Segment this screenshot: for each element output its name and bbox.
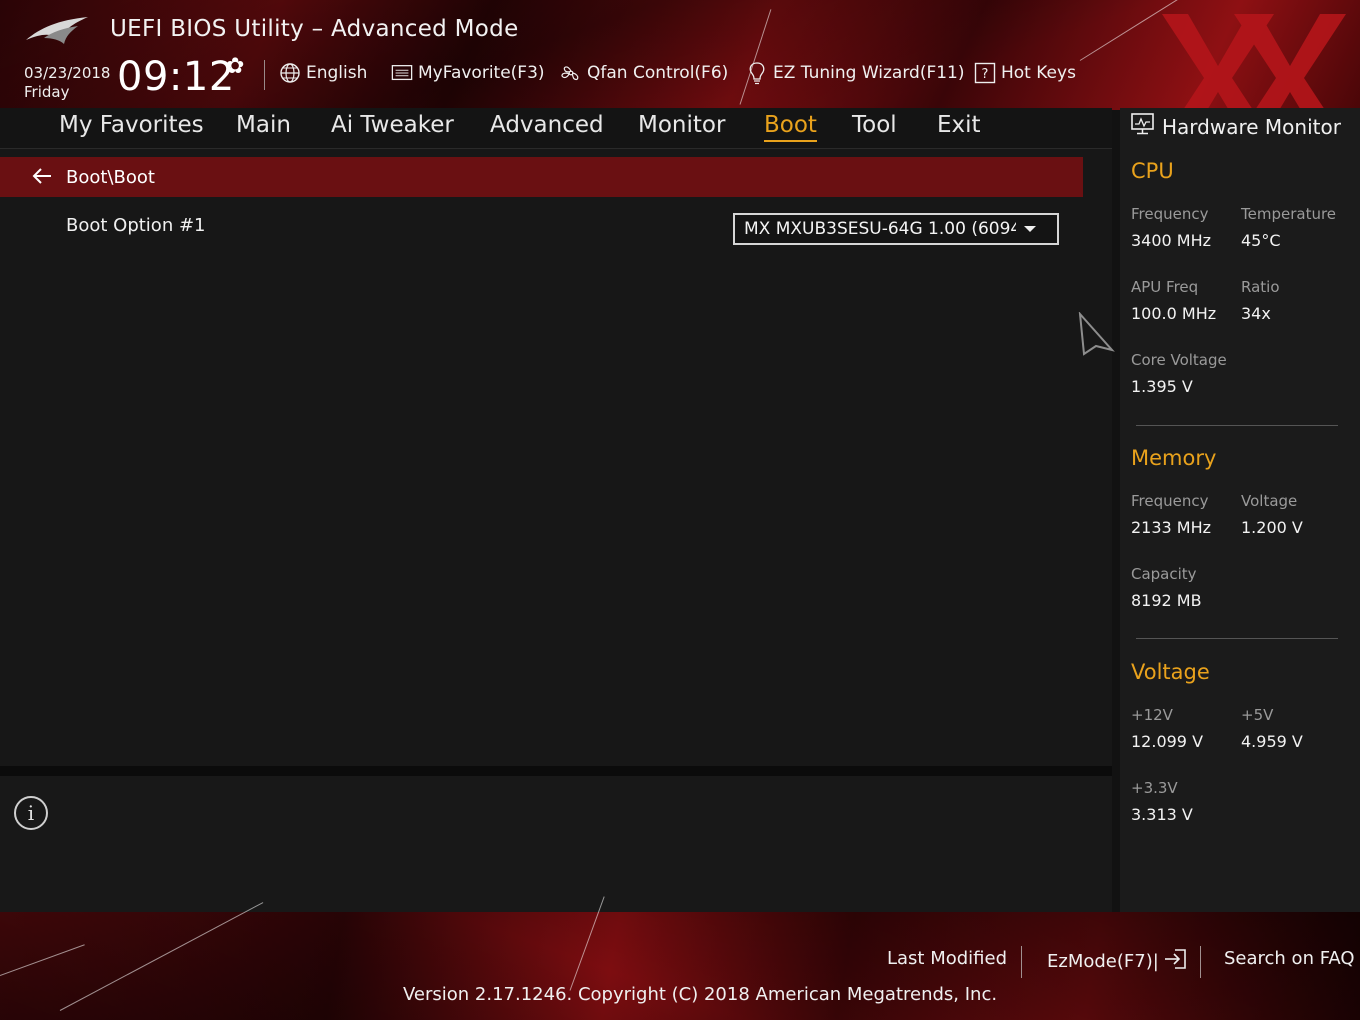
- hardware-monitor-panel: Hardware Monitor CPU Frequency Temperatu…: [1120, 108, 1360, 912]
- globe-icon: [279, 62, 301, 84]
- tab-my-favorites[interactable]: My Favorites: [59, 112, 204, 140]
- tab-main[interactable]: Main: [236, 112, 291, 140]
- qfan-control-label: Qfan Control(F6): [587, 63, 729, 83]
- hardware-monitor-header[interactable]: Hardware Monitor: [1130, 112, 1341, 141]
- date-text: 03/23/2018: [24, 64, 111, 82]
- core-voltage-label: Core Voltage: [1131, 351, 1227, 369]
- v12-label: +12V: [1131, 706, 1173, 724]
- cpu-frequency-label: Frequency: [1131, 205, 1209, 223]
- svg-text:?: ?: [982, 67, 989, 82]
- mouse-cursor-icon: [1078, 312, 1115, 356]
- myfavorite-label: MyFavorite(F3): [418, 63, 545, 83]
- section-divider: [1136, 638, 1338, 639]
- memory-frequency-label: Frequency: [1131, 492, 1209, 510]
- v33-label: +3.3V: [1131, 779, 1178, 797]
- boot-option-1-label: Boot Option #1: [66, 215, 206, 236]
- memory-frequency-value: 2133 MHz: [1131, 518, 1212, 537]
- help-info-panel: i: [0, 776, 1112, 912]
- app-title: UEFI BIOS Utility – Advanced Mode: [110, 16, 519, 42]
- memory-capacity-value: 8192 MB: [1131, 591, 1202, 610]
- qfan-control-button[interactable]: Qfan Control(F6): [560, 62, 728, 84]
- language-label: English: [306, 63, 368, 83]
- header-divider: [264, 60, 265, 90]
- last-modified-button[interactable]: Last Modified: [887, 948, 1007, 969]
- v5-label: +5V: [1241, 706, 1274, 724]
- boot-option-1-select[interactable]: MX MXUB3SESU-64G 1.00 (6094: [733, 213, 1059, 245]
- panel-divider: [0, 766, 1112, 776]
- tab-tool[interactable]: Tool: [852, 112, 897, 140]
- clock-display[interactable]: 09:12: [117, 54, 235, 100]
- hardware-monitor-title: Hardware Monitor: [1162, 114, 1341, 139]
- tab-advanced[interactable]: Advanced: [490, 112, 604, 140]
- apu-freq-value: 100.0 MHz: [1131, 304, 1217, 323]
- question-box-icon: ?: [974, 62, 996, 84]
- footer-divider: [1021, 946, 1022, 978]
- cpu-temperature-value: 45°C: [1241, 231, 1281, 250]
- hot-keys-button[interactable]: ? Hot Keys: [974, 62, 1076, 84]
- memory-capacity-label: Capacity: [1131, 565, 1197, 583]
- language-button[interactable]: English: [279, 62, 367, 84]
- search-faq-button[interactable]: Search on FAQ: [1224, 948, 1355, 969]
- ratio-label: Ratio: [1241, 278, 1280, 296]
- memory-heading: Memory: [1131, 446, 1217, 470]
- chevron-down-icon: [1024, 226, 1036, 232]
- main-panel: Boot\Boot Boot Option #1 MX MXUB3SESU-64…: [0, 149, 1112, 766]
- tab-boot[interactable]: Boot: [764, 112, 817, 142]
- cpu-temperature-label: Temperature: [1241, 205, 1337, 223]
- hot-keys-label: Hot Keys: [1001, 63, 1076, 83]
- ratio-value: 34x: [1241, 304, 1271, 323]
- tab-ai-tweaker[interactable]: Ai Tweaker: [331, 112, 454, 140]
- version-text: Version 2.17.1246. Copyright (C) 2018 Am…: [403, 984, 998, 1005]
- cpu-heading: CPU: [1131, 159, 1174, 183]
- breadcrumb[interactable]: Boot\Boot: [0, 157, 1083, 197]
- ez-tuning-wizard-button[interactable]: EZ Tuning Wizard(F11): [746, 62, 965, 85]
- fan-icon: [560, 62, 582, 84]
- exit-arrow-icon: [1163, 948, 1187, 975]
- bios-screen: UEFI BIOS Utility – Advanced Mode 03/23/…: [0, 0, 1360, 1020]
- gear-icon[interactable]: ✿: [226, 54, 244, 79]
- monitor-icon: [1130, 112, 1156, 141]
- section-divider: [1136, 425, 1338, 426]
- v5-value: 4.959 V: [1241, 732, 1303, 751]
- favorites-list-icon: [391, 62, 413, 84]
- myfavorite-button[interactable]: MyFavorite(F3): [391, 62, 545, 84]
- info-icon: i: [14, 796, 48, 830]
- footer-divider: [1200, 946, 1201, 978]
- v12-value: 12.099 V: [1131, 732, 1204, 751]
- tab-monitor[interactable]: Monitor: [638, 112, 725, 140]
- voltage-heading: Voltage: [1131, 660, 1210, 684]
- ezmode-label: EzMode(F7)|: [1047, 951, 1159, 972]
- tab-exit[interactable]: Exit: [937, 112, 981, 140]
- ez-tuning-wizard-label: EZ Tuning Wizard(F11): [773, 63, 965, 83]
- memory-voltage-value: 1.200 V: [1241, 518, 1303, 537]
- cpu-frequency-value: 3400 MHz: [1131, 231, 1212, 250]
- lightbulb-icon: [746, 62, 768, 85]
- back-arrow-icon[interactable]: [32, 165, 56, 189]
- boot-option-1-value: MX MXUB3SESU-64G 1.00 (6094: [744, 219, 1016, 239]
- date-display[interactable]: 03/23/2018 Friday: [24, 64, 110, 102]
- apu-freq-label: APU Freq: [1131, 278, 1199, 296]
- core-voltage-value: 1.395 V: [1131, 377, 1193, 396]
- ezmode-button[interactable]: EzMode(F7)|: [1047, 948, 1187, 975]
- main-nav: My Favorites Main Ai Tweaker Advanced Mo…: [0, 108, 1112, 149]
- breadcrumb-text: Boot\Boot: [66, 166, 155, 188]
- v33-value: 3.313 V: [1131, 805, 1193, 824]
- rog-logo-icon: [26, 17, 88, 44]
- day-text: Friday: [24, 83, 70, 101]
- memory-voltage-label: Voltage: [1241, 492, 1298, 510]
